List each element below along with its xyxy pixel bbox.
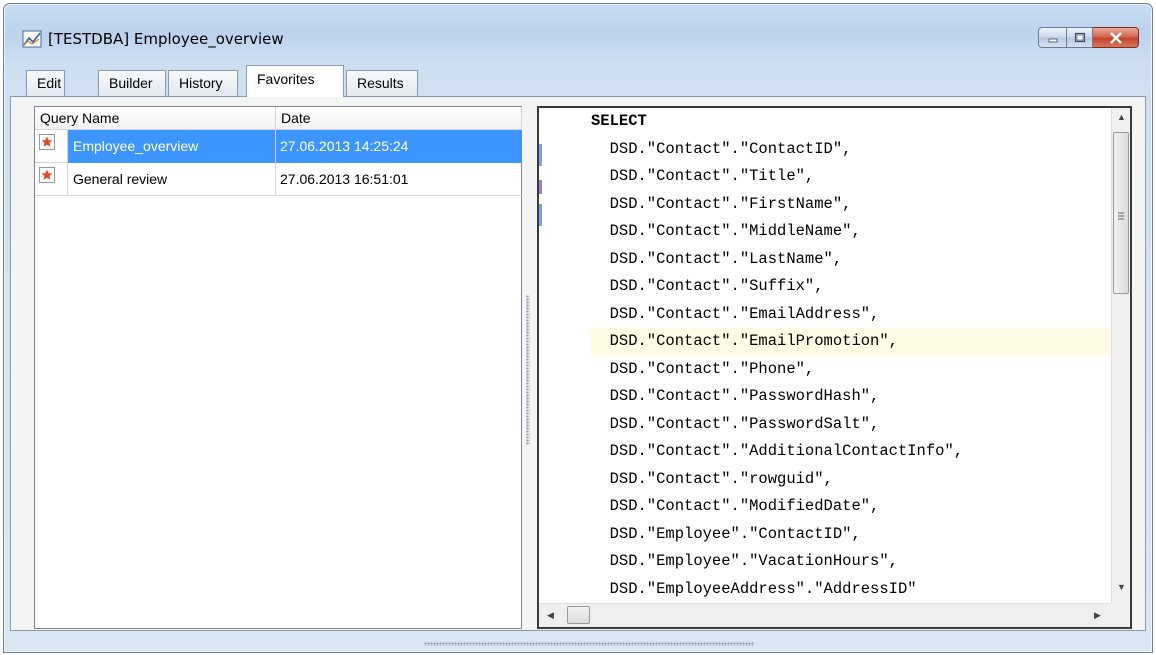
code-line: DSD."EmployeeAddress"."AddressID" [591,579,917,598]
favorite-name: General review [68,163,276,196]
window-title: [TESTDBA] Employee_overview [48,30,284,48]
favorite-name: Employee_overview [68,130,276,163]
star-icon [39,134,55,150]
code-line: DSD."Contact"."PasswordSalt", [591,414,880,433]
vertical-scrollbar[interactable]: ▲ ▼ [1111,108,1130,603]
gutter-marker [539,180,542,194]
code-line: DSD."Contact"."MiddleName", [591,222,861,240]
minimize-icon [1048,38,1057,42]
close-button[interactable] [1093,27,1139,48]
code-line: DSD."Contact"."Title", [591,167,815,185]
list-header: Query Name Date [35,107,522,130]
column-header-date[interactable]: Date [276,107,522,130]
tab-history[interactable]: History [168,70,238,96]
horizontal-scrollbar[interactable]: ◀ ▶ [539,603,1111,627]
code-line: DSD."Contact"."ContactID", [591,139,852,158]
code-line: DSD."Contact"."Suffix", [591,277,824,295]
favorite-cell-icon [35,130,68,163]
horizontal-splitter[interactable] [424,642,754,646]
grip-icon [1118,212,1124,220]
close-icon [1109,31,1122,44]
gutter-marker [539,144,542,166]
code-line: DSD."Contact"."EmailAddress", [591,304,880,323]
current-code-line: DSD."Contact"."EmailPromotion", [591,328,1111,356]
code-line: DSD."Contact"."Phone", [591,359,815,378]
code-line: DSD."Contact"."rowguid", [591,469,833,488]
scroll-up-icon[interactable]: ▲ [1117,112,1126,122]
code-line: DSD."Contact"."FirstName", [591,194,852,213]
code-line: DSD."Contact"."ModifiedDate", [591,497,880,515]
editor-gutter [539,108,544,603]
favorites-list[interactable]: Query Name Date Employee_overview 27.06.… [34,106,522,629]
favorites-page: Query Name Date Employee_overview 27.06.… [10,96,1146,631]
gutter-marker [539,204,542,226]
maximize-button[interactable] [1066,27,1093,48]
star-icon [39,167,55,183]
scroll-corner [1111,603,1130,627]
query-window: [TESTDBA] Employee_overview Edit Builder… [3,3,1153,653]
code-line: DSD."Contact"."PasswordHash", [591,387,880,405]
tab-edit[interactable]: Edit [26,70,65,96]
title-bar[interactable]: [TESTDBA] Employee_overview [4,4,1152,60]
tab-favorites[interactable]: Favorites [246,65,344,97]
favorite-cell-icon [35,163,68,196]
minimize-button[interactable] [1038,27,1066,48]
favorite-row[interactable]: Employee_overview 27.06.2013 14:25:24 [35,130,522,163]
code-line: DSD."Employee"."VacationHours", [591,552,898,570]
maximize-icon [1074,32,1085,43]
favorite-row[interactable]: General review 27.06.2013 16:51:01 [35,163,522,196]
scroll-down-icon[interactable]: ▼ [1117,582,1126,592]
scroll-right-icon[interactable]: ▶ [1094,610,1101,621]
vertical-scroll-thumb[interactable] [1113,132,1129,294]
sql-editor[interactable]: SELECT DSD."Contact"."ContactID", DSD."C… [537,106,1132,629]
code-line: DSD."Contact"."LastName", [591,249,843,268]
vertical-splitter[interactable] [526,295,530,445]
code-line: DSD."Contact"."AdditionalContactInfo", [591,442,964,460]
tab-results[interactable]: Results [346,70,418,96]
sql-code[interactable]: SELECT DSD."Contact"."ContactID", DSD."C… [591,108,1111,603]
horizontal-scroll-thumb[interactable] [567,606,590,624]
query-chart-icon [22,30,42,48]
tab-builder[interactable]: Builder [98,70,166,96]
scroll-left-icon[interactable]: ◀ [547,610,554,621]
code-line: SELECT [591,112,647,130]
column-header-query-name[interactable]: Query Name [35,107,276,130]
favorite-date: 27.06.2013 16:51:01 [280,171,409,187]
favorite-date: 27.06.2013 14:25:24 [276,130,522,163]
caption-buttons [1038,27,1139,48]
code-line: DSD."Employee"."ContactID", [591,524,861,543]
